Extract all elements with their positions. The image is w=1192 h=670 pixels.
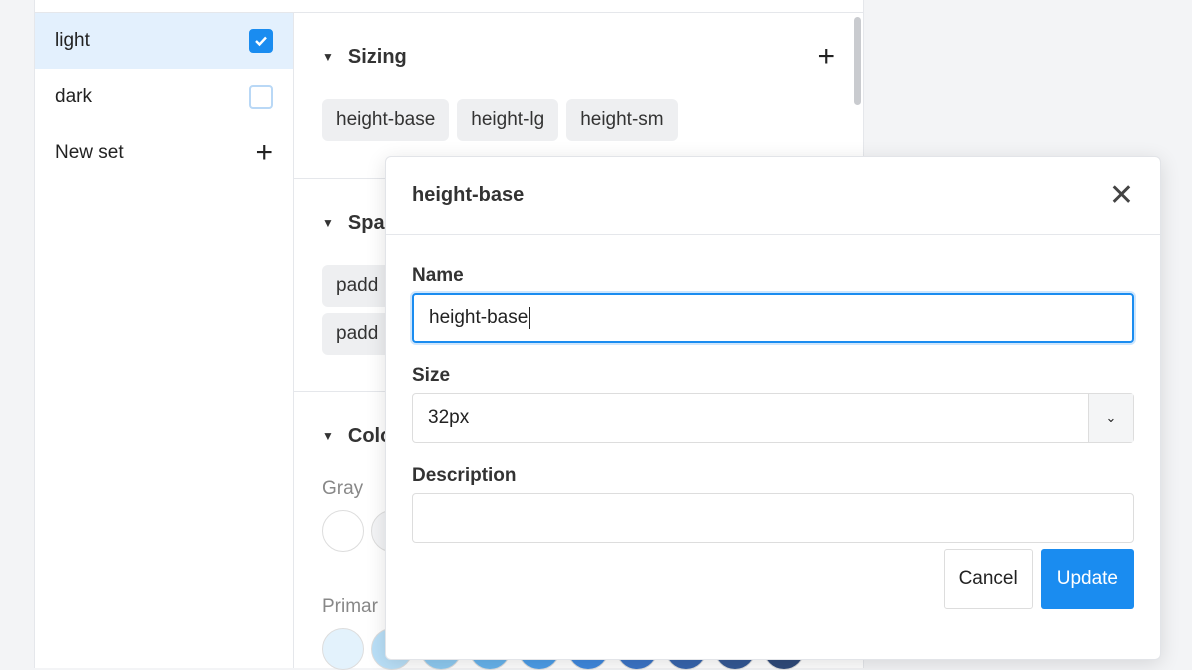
color-swatch[interactable] (322, 510, 364, 552)
description-label: Description (412, 465, 517, 486)
new-set-label: New set (55, 142, 124, 163)
check-icon (255, 36, 267, 47)
token-sets-list: light dark New set + (35, 13, 294, 668)
token-chip[interactable]: height-base (322, 99, 450, 141)
description-input[interactable] (412, 493, 1134, 543)
checkbox-checked[interactable] (249, 29, 273, 53)
set-item-light[interactable]: light (35, 13, 293, 69)
token-chip[interactable]: padd (322, 313, 393, 355)
plus-icon[interactable]: + (255, 138, 273, 168)
token-chip[interactable]: height-sm (566, 99, 678, 141)
collapse-triangle-icon[interactable]: ▼ (322, 50, 334, 64)
set-label: dark (55, 86, 92, 107)
dialog-title: height-base (412, 184, 525, 206)
set-item-dark[interactable]: dark (35, 69, 293, 125)
name-label: Name (412, 265, 464, 286)
update-button[interactable]: Update (1040, 549, 1134, 609)
chevron-down-icon[interactable]: ⌄ (1088, 394, 1133, 442)
token-chip[interactable]: height-lg (457, 99, 559, 141)
size-select[interactable]: 32px ⌄ (412, 393, 1134, 443)
add-token-plus-icon[interactable]: + (817, 42, 835, 72)
name-input[interactable]: height-base (412, 293, 1134, 343)
size-value: 32px (428, 407, 470, 428)
collapse-triangle-icon[interactable]: ▼ (322, 429, 334, 443)
scrollbar[interactable] (854, 17, 861, 105)
edit-token-dialog: height-base ✕ Name height-base Size 32px ⌄… (385, 156, 1161, 660)
checkbox-unchecked[interactable] (249, 85, 273, 109)
section-title: Sizing (347, 45, 407, 68)
cancel-button[interactable]: Cancel (943, 549, 1033, 609)
new-set-button[interactable]: New set + (35, 125, 293, 181)
collapse-triangle-icon[interactable]: ▼ (322, 216, 334, 230)
section-title: Spa (347, 211, 385, 234)
section-sizing: ▼ Sizing + height-base height-lg height-sm (294, 13, 863, 179)
token-chip[interactable]: padd (322, 265, 393, 307)
panel-header (35, 0, 863, 13)
set-label: light (55, 30, 90, 51)
name-value: height-base (429, 307, 529, 328)
color-swatch[interactable] (322, 628, 364, 670)
close-icon[interactable]: ✕ (1109, 178, 1134, 213)
size-label: Size (412, 365, 451, 386)
text-cursor (529, 307, 531, 329)
